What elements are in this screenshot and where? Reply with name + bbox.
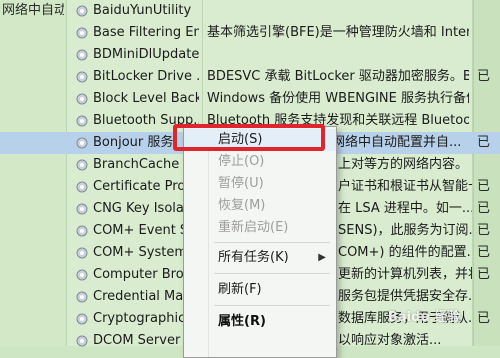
service-description: COM+) 的组件的配置... <box>338 245 472 260</box>
service-status: 已 <box>477 245 491 260</box>
service-description: 上对等方的网络内容。 <box>338 157 469 172</box>
menu-separator <box>214 305 330 306</box>
service-description: 网络中自动配置并自... <box>332 135 462 150</box>
menu-item-label: 重新启动(E) <box>218 220 289 235</box>
service-row[interactable]: BDMiniDlUpdate <box>0 44 500 66</box>
service-gear-icon <box>76 181 88 193</box>
service-gear-icon <box>76 269 88 281</box>
service-status: 已 <box>477 179 491 194</box>
menu-item-stop[interactable]: 停止(O) <box>184 151 336 173</box>
menu-item-pause[interactable]: 暂停(U) <box>184 173 336 195</box>
service-status: 已 <box>477 69 491 84</box>
service-gear-icon <box>76 291 88 303</box>
service-description: 户证书和根证书从智能卡复制到当前用户... <box>338 179 472 194</box>
menu-item-restart[interactable]: 重新启动(E) <box>184 217 336 239</box>
service-row[interactable]: BitLocker Drive ... BDESVC 承载 BitLocker … <box>0 66 500 88</box>
menu-separator <box>214 273 330 274</box>
service-gear-icon <box>76 5 88 17</box>
service-gear-icon <box>76 27 88 39</box>
service-gear-icon <box>76 335 88 347</box>
menu-item-properties[interactable]: 属性(R) <box>184 311 336 333</box>
service-description: 在 LSA 进程中。如一... <box>338 201 472 216</box>
menu-item-label: 停止(O) <box>218 154 265 169</box>
watermark: Baidu 经验 <box>388 310 461 325</box>
service-gear-icon <box>76 313 88 325</box>
service-name: BaiduYunUtility <box>93 3 192 18</box>
service-description: 基本筛选引擎(BFE)是一种管理防火墙和 Intern... <box>207 25 469 40</box>
menu-item-label: 属性(R) <box>218 314 266 329</box>
service-description: 服务包提供凭据安全存... <box>338 289 472 304</box>
service-name: Base Filtering En... <box>93 25 199 40</box>
service-gear-icon <box>76 159 88 171</box>
service-gear-icon <box>76 115 88 127</box>
service-status: 已 <box>477 201 491 216</box>
service-gear-icon <box>76 71 88 83</box>
service-name: BitLocker Drive ... <box>93 69 199 84</box>
service-description: BDESVC 承载 BitLocker 驱动器加密服务。Bit... <box>207 69 469 84</box>
menu-item-label: 暂停(U) <box>218 176 264 191</box>
menu-separator <box>214 242 330 243</box>
service-gear-icon <box>76 247 88 259</box>
service-gear-icon <box>76 93 88 105</box>
left-cell: 网络中自动 <box>2 3 64 18</box>
highlight-box <box>173 124 325 151</box>
service-name: Block Level Back... <box>93 91 199 106</box>
menu-item-resume[interactable]: 恢复(M) <box>184 195 336 217</box>
submenu-arrow-icon: ▶ <box>318 252 326 263</box>
service-row[interactable]: 网络中自动 BaiduYunUtility <box>0 0 500 22</box>
service-name: BDMiniDlUpdate <box>93 47 199 62</box>
menu-item-all-tasks[interactable]: 所有任务(K) ▶ <box>184 247 336 269</box>
service-description: Windows 备份使用 WBENGINE 服务执行备份... <box>207 91 469 106</box>
service-status: 已 <box>477 223 491 238</box>
service-gear-icon <box>76 137 88 149</box>
service-description: 以响应对象激活... <box>338 333 442 348</box>
service-description: 更新的计算机列表，并将... <box>338 267 472 282</box>
service-status: 已 <box>477 135 491 150</box>
service-gear-icon <box>76 49 88 61</box>
menu-item-refresh[interactable]: 刷新(F) <box>184 279 336 301</box>
menu-item-label: 所有任务(K) <box>218 250 289 265</box>
service-status: 已 <box>477 311 491 326</box>
service-status: 已 <box>477 267 491 282</box>
service-gear-icon <box>76 203 88 215</box>
service-description: SENS)，此服务为订阅... <box>338 223 472 238</box>
service-row[interactable]: Block Level Back... Windows 备份使用 WBENGIN… <box>0 88 500 110</box>
context-menu: 启动(S) 停止(O) 暂停(U) 恢复(M) 重新启动(E) 所有任务(K) ▶… <box>183 126 337 358</box>
service-row[interactable]: Base Filtering En... 基本筛选引擎(BFE)是一种管理防火墙… <box>0 22 500 44</box>
menu-item-label: 刷新(F) <box>218 282 262 297</box>
menu-item-label: 恢复(M) <box>218 198 266 213</box>
service-gear-icon <box>76 225 88 237</box>
